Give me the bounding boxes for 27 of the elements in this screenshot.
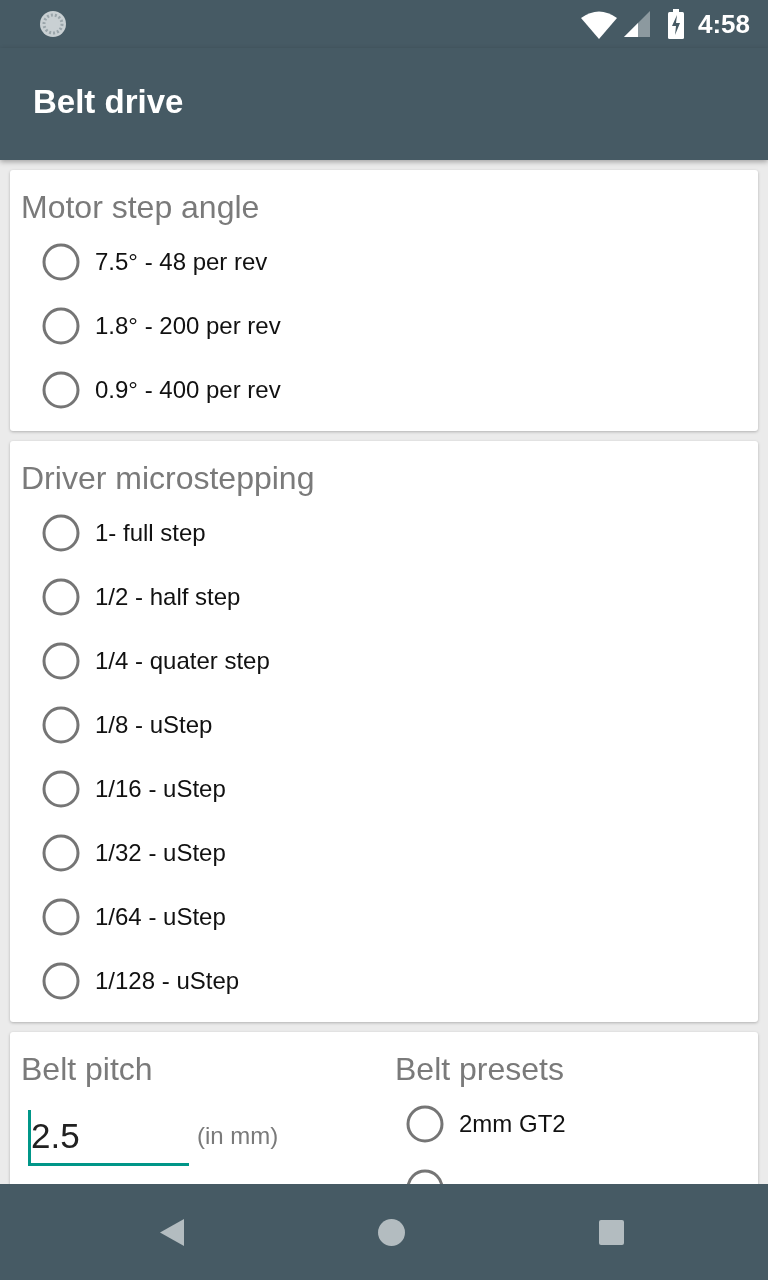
pitch-input[interactable]: 2.5 bbox=[28, 1110, 189, 1166]
radio-option[interactable]: 1/128 - uStep bbox=[42, 962, 240, 1000]
radio-option[interactable]: 1/2 - half step bbox=[42, 578, 241, 616]
section-title: Belt presets bbox=[395, 1050, 565, 1089]
sync-icon bbox=[38, 9, 68, 39]
signal-icon bbox=[623, 11, 650, 37]
section-title: Belt pitch bbox=[21, 1050, 154, 1089]
radio-option[interactable]: 1/64 - uStep bbox=[42, 898, 226, 936]
radio-option[interactable]: 1/32 - uStep bbox=[42, 834, 226, 872]
radio-option[interactable]: 7.5° - 48 per rev bbox=[42, 243, 268, 281]
radio-option[interactable]: 0.9° - 400 per rev bbox=[42, 371, 281, 409]
wifi-icon bbox=[580, 11, 617, 39]
battery-icon bbox=[667, 9, 684, 39]
app-title: Belt drive bbox=[33, 83, 184, 121]
radio-option[interactable]: 1/4 - quater step bbox=[42, 642, 270, 680]
section-title: Driver microstepping bbox=[21, 459, 316, 498]
unit-label: (in mm) bbox=[197, 1122, 279, 1150]
radio-option[interactable]: 1/8 - uStep bbox=[42, 706, 213, 744]
radio-option[interactable]: 1.8° - 200 per rev bbox=[42, 307, 281, 345]
status-time: 4:58 bbox=[697, 8, 750, 40]
recents-icon bbox=[599, 1219, 624, 1245]
radio-option[interactable]: 1/16 - uStep bbox=[42, 770, 226, 808]
radio-option[interactable]: 1- full step bbox=[42, 514, 206, 552]
section-title: Motor step angle bbox=[21, 188, 261, 227]
home-icon bbox=[378, 1218, 405, 1246]
radio-option[interactable]: 2mm GT2 bbox=[406, 1105, 566, 1143]
back-icon bbox=[160, 1218, 184, 1246]
